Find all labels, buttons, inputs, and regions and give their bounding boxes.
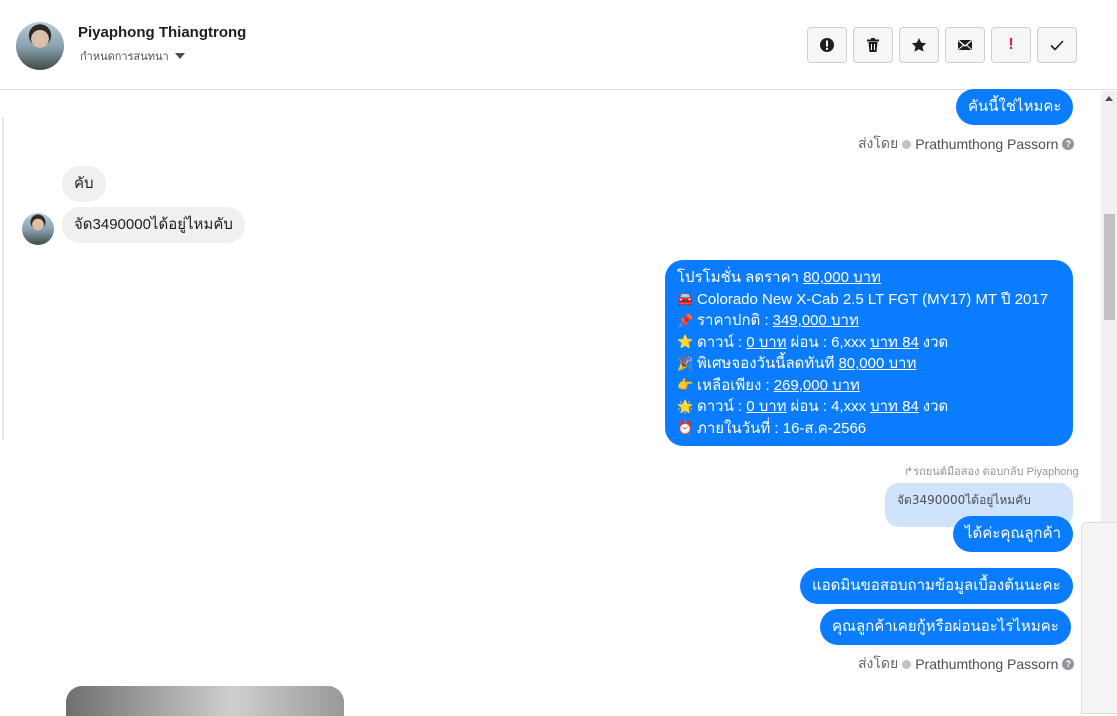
done-button[interactable] <box>1037 27 1077 63</box>
important-icon: ! <box>1008 36 1014 53</box>
outgoing-message[interactable]: แอดมินขอสอบถามข้อมูลเบื้องต้นนะคะ <box>800 568 1073 604</box>
scrollbar-thumb[interactable] <box>1104 214 1115 320</box>
promo-link[interactable]: 349,000 บาท <box>773 310 859 332</box>
sun-icon: 🌟 <box>677 398 694 414</box>
promo-text: เหลือเพียง : <box>697 376 770 394</box>
promo-text: ราคาปกติ : <box>697 312 769 329</box>
outgoing-message[interactable]: คุณลูกค้าเคยกู้หรือผ่อนอะไรไหมคะ <box>820 609 1071 645</box>
star-icon <box>911 38 927 52</box>
car-icon: 🚘 <box>677 291 694 307</box>
incoming-message[interactable]: คับ <box>62 166 106 202</box>
conversation-header: Piyaphong Thiangtrong กำหนดการสนทนา ! <box>0 0 1117 90</box>
promo-text: Colorado New X-Cab 2.5 LT FGT (MY17) MT … <box>697 290 1049 308</box>
promo-text: งวด <box>922 398 949 415</box>
toolbar: ! <box>807 27 1077 63</box>
page-icon <box>902 659 912 669</box>
important-button[interactable]: ! <box>991 27 1031 63</box>
pin-icon: 📌 <box>677 312 694 328</box>
promo-link[interactable]: บาท 84 <box>870 332 919 354</box>
promo-link[interactable]: บาท 84 <box>870 396 919 418</box>
mail-icon <box>958 40 972 50</box>
side-panel-edge <box>1081 522 1117 714</box>
promo-text: ดาวน์ : <box>697 398 743 415</box>
promo-link[interactable]: 80,000 บาท <box>803 267 881 289</box>
assign-conversation-dropdown[interactable]: กำหนดการสนทนา <box>80 47 185 65</box>
party-icon: 🎉 <box>677 355 694 371</box>
promo-text: ภายในวันที่ : 16-ส.ค-2566 <box>697 419 867 437</box>
promo-text: ดาวน์ : <box>697 333 743 351</box>
sender-name[interactable]: Prathumthong Passorn <box>915 656 1058 672</box>
spam-button[interactable] <box>807 27 847 63</box>
promo-text: โปรโมชั่น ลดราคา <box>677 269 800 286</box>
promo-link[interactable]: 269,000 บาท <box>774 375 860 397</box>
delete-button[interactable] <box>853 27 893 63</box>
incoming-message[interactable]: จัด3490000ได้อยู่ไหมคับ <box>62 207 245 243</box>
promo-link[interactable]: 80,000 บาท <box>838 353 916 375</box>
divider <box>2 118 4 440</box>
spam-icon <box>820 38 834 52</box>
reply-note: ↱รถยนต์มือสอง ตอบกลับ Piyaphong <box>904 462 1079 480</box>
sent-by-label: ส่งโดย Prathumthong Passorn ? <box>858 133 1075 155</box>
help-icon[interactable]: ? <box>1062 138 1075 150</box>
help-icon[interactable]: ? <box>1062 658 1075 670</box>
sender-name[interactable]: Prathumthong Passorn <box>915 136 1058 152</box>
reply-icon: ↱ <box>904 466 914 478</box>
promo-text: งวด <box>922 333 949 351</box>
check-icon <box>1050 40 1064 51</box>
mark-unread-button[interactable] <box>945 27 985 63</box>
star-emoji-icon: ⭐ <box>677 334 694 350</box>
contact-name[interactable]: Piyaphong Thiangtrong <box>78 24 246 41</box>
promo-text: ผ่อน : 6,xxx <box>790 333 867 351</box>
page-icon <box>902 139 912 149</box>
reply-note-text: รถยนต์มือสอง ตอบกลับ Piyaphong <box>913 466 1079 478</box>
caret-down-icon <box>174 53 185 59</box>
scroll-up-icon[interactable] <box>1105 96 1113 101</box>
sent-by-label: ส่งโดย Prathumthong Passorn ? <box>858 653 1075 675</box>
outgoing-message[interactable]: คันนี้ใช่ไหมคะ <box>956 89 1074 125</box>
promo-link[interactable]: 0 บาท <box>746 396 786 418</box>
image-attachment[interactable] <box>66 686 344 716</box>
sent-by-prefix: ส่งโดย <box>858 135 899 151</box>
avatar[interactable] <box>16 22 64 70</box>
promo-link[interactable]: 0 บาท <box>746 332 786 354</box>
avatar[interactable] <box>22 213 54 245</box>
star-button[interactable] <box>899 27 939 63</box>
outgoing-message[interactable]: ได้ค่ะคุณลูกค้า <box>953 516 1074 552</box>
promo-text: พิเศษจองวันนี้ลดทันที <box>697 355 835 372</box>
promo-message[interactable]: โปรโมชั่น ลดราคา 80,000 บาท 🚘 Colorado Ne… <box>665 260 1073 446</box>
pointing-hand-icon: 👉 <box>677 377 694 393</box>
clock-icon: ⏰ <box>677 420 694 436</box>
promo-text: ผ่อน : 4,xxx <box>790 398 867 415</box>
assign-label: กำหนดการสนทนา <box>80 50 169 63</box>
trash-icon <box>867 38 879 52</box>
sent-by-prefix: ส่งโดย <box>858 655 899 671</box>
